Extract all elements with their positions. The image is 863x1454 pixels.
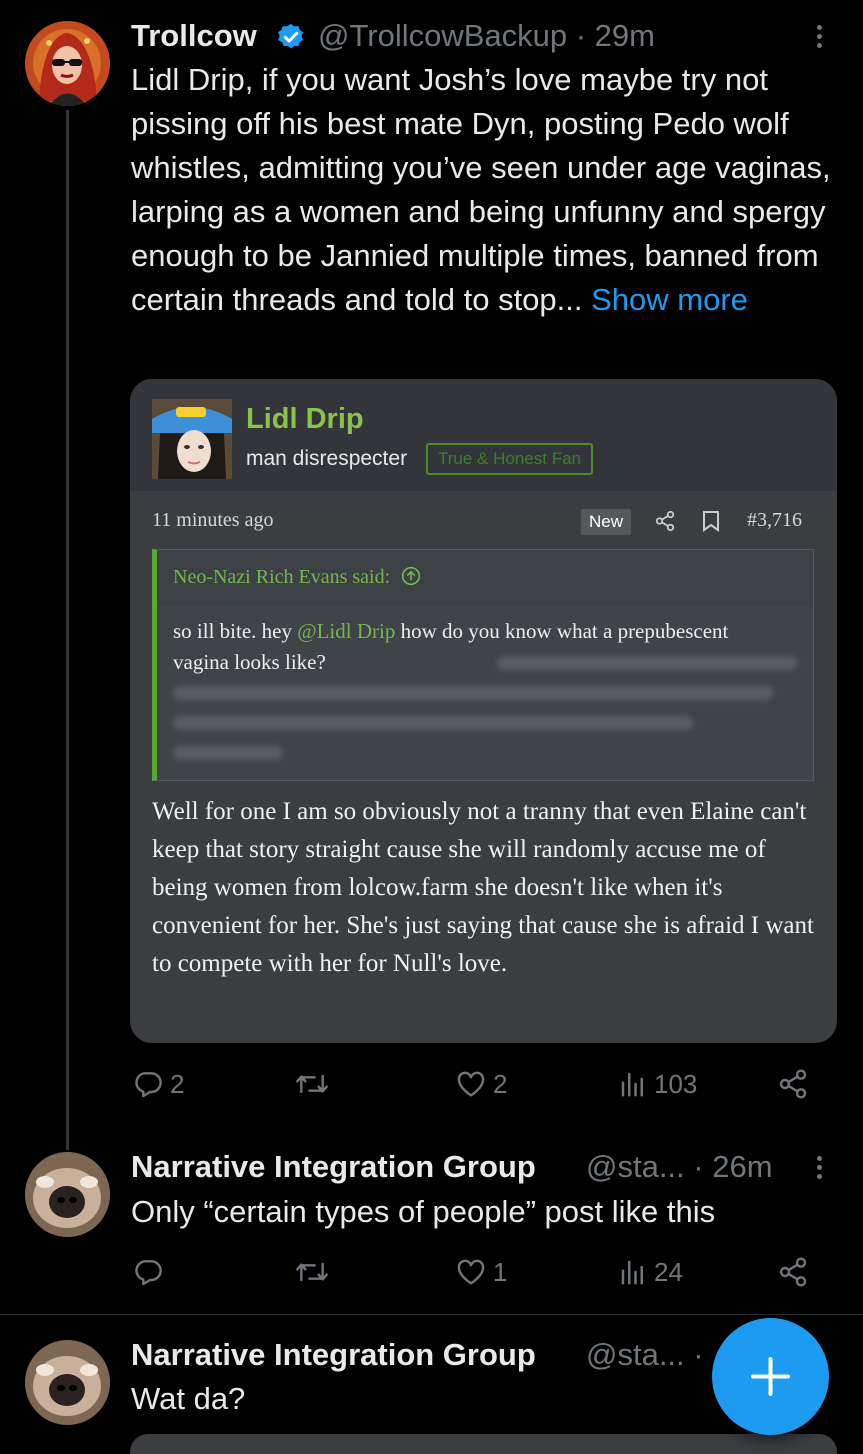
quote-mention: @Lidl Drip <box>297 619 396 643</box>
author-name[interactable]: Narrative Integration Group <box>131 1149 536 1185</box>
like-button[interactable]: 1 <box>455 1256 507 1288</box>
timestamp[interactable]: · 29m <box>576 18 655 53</box>
attached-image[interactable] <box>130 1434 837 1454</box>
post-number: #3,716 <box>747 509 802 531</box>
tweet-actions: 1 24 <box>132 1256 822 1292</box>
retweet-icon <box>296 1074 328 1094</box>
arrow-up-circle-icon <box>402 566 421 586</box>
reply-count: 2 <box>170 1068 185 1099</box>
redacted-text <box>173 746 283 760</box>
tweet-actions: 2 2 103 <box>132 1068 822 1104</box>
like-button[interactable]: 2 <box>455 1068 507 1100</box>
thread-connector <box>66 110 69 1150</box>
plus-icon <box>751 1357 790 1396</box>
share-button[interactable] <box>777 1068 809 1100</box>
retweet-button[interactable] <box>294 1256 330 1288</box>
poster-tag: True & Honest Fan <box>426 443 593 475</box>
like-icon <box>457 1259 485 1285</box>
poster-title: man disrespecter <box>246 447 408 470</box>
avatar[interactable] <box>25 21 110 106</box>
share-icon <box>654 510 676 537</box>
divider <box>0 1314 863 1315</box>
handle-text[interactable]: @sta... <box>586 1337 685 1372</box>
tweet-text: Wat da? <box>131 1381 246 1416</box>
attached-image[interactable]: Lidl Drip man disrespecter True & Honest… <box>130 379 837 1043</box>
share-icon <box>779 1257 807 1287</box>
handle-text[interactable]: @TrollcowBackup <box>318 18 567 53</box>
share-icon <box>779 1069 807 1099</box>
reply-button[interactable] <box>132 1256 164 1288</box>
tweet-text: Only “certain types of people” post like… <box>131 1194 716 1229</box>
handle-text[interactable]: @sta... <box>586 1149 685 1184</box>
author-name[interactable]: Narrative Integration Group <box>131 1337 536 1373</box>
more-icon[interactable] <box>816 25 824 52</box>
redacted-text <box>173 716 693 730</box>
tweet-body: Lidl Drip, if you want Josh’s love maybe… <box>131 62 831 317</box>
like-icon <box>457 1071 485 1097</box>
author-handle[interactable]: @sta... · 26m <box>586 1149 773 1185</box>
bookmark-icon <box>702 510 720 537</box>
view-count: 24 <box>654 1256 683 1287</box>
post-time: 11 minutes ago <box>152 509 274 531</box>
tweet-text: Lidl Drip, if you want Josh’s love maybe… <box>131 58 836 322</box>
reply-icon <box>135 1260 162 1286</box>
views-button[interactable]: 103 <box>618 1068 697 1100</box>
verified-badge-icon <box>276 22 306 57</box>
views-button[interactable]: 24 <box>618 1256 683 1288</box>
quote-text-part: so ill bite. hey <box>173 619 298 643</box>
more-icon[interactable] <box>816 1156 824 1183</box>
author-handle[interactable]: @sta... · <box>586 1337 704 1373</box>
reply-icon <box>135 1072 162 1098</box>
poster-avatar <box>152 399 232 479</box>
quote-attribution: Neo-Nazi Rich Evans said: <box>173 566 421 589</box>
show-more-link[interactable]: Show more <box>591 282 748 317</box>
post-reply-text: Well for one I am so obviously not a tra… <box>152 798 814 977</box>
retweet-icon <box>296 1262 328 1282</box>
redacted-text <box>497 656 797 670</box>
author-name[interactable]: Trollcow <box>131 18 257 54</box>
quoted-post: Neo-Nazi Rich Evans said: so ill bite. h… <box>152 549 814 781</box>
reply-button[interactable]: 2 <box>132 1068 184 1100</box>
avatar[interactable] <box>25 1152 110 1237</box>
views-icon <box>621 1260 643 1285</box>
author-handle[interactable]: @TrollcowBackup · 29m <box>318 18 655 54</box>
view-count: 103 <box>654 1068 698 1099</box>
timestamp[interactable]: · 26m <box>693 1149 772 1184</box>
like-count: 2 <box>493 1068 508 1099</box>
views-icon <box>621 1072 643 1097</box>
timestamp[interactable]: · <box>693 1337 703 1372</box>
new-badge: New <box>581 509 632 535</box>
avatar[interactable] <box>25 1340 110 1425</box>
retweet-button[interactable] <box>294 1068 330 1100</box>
quote-author: Neo-Nazi Rich Evans said: <box>173 566 391 588</box>
redacted-text <box>173 686 773 700</box>
poster-name: Lidl Drip <box>246 403 364 435</box>
share-button[interactable] <box>777 1256 809 1288</box>
compose-button[interactable] <box>712 1318 829 1435</box>
like-count: 1 <box>493 1256 508 1287</box>
